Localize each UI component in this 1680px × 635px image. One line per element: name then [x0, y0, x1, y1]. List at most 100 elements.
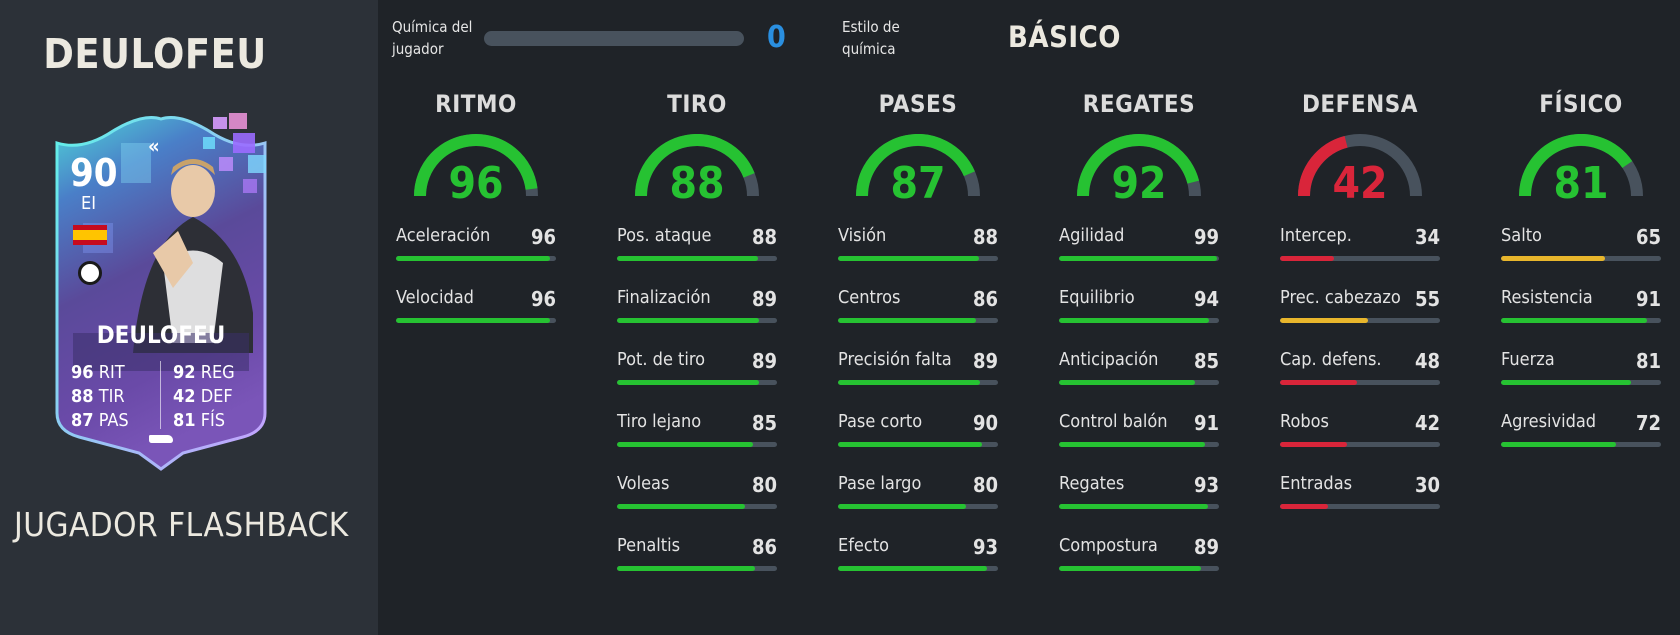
stat-bar-fill	[1280, 442, 1348, 447]
stat-row[interactable]: Pase corto 90	[838, 411, 998, 455]
stat-row[interactable]: Agresividad 72	[1501, 411, 1661, 455]
stat-bar	[838, 442, 998, 447]
stat-bar-fill	[617, 256, 758, 261]
stat-bar-fill	[1059, 442, 1205, 447]
stat-bar	[838, 318, 998, 323]
stat-row[interactable]: Control balón 91	[1059, 411, 1219, 455]
stat-label: Penaltis	[617, 535, 681, 556]
stat-bar	[617, 318, 777, 323]
stat-label: Agilidad	[1059, 225, 1125, 246]
card-stat-reg: 92 REG	[173, 362, 235, 383]
stat-row[interactable]: Pase largo 80	[838, 473, 998, 517]
attribute-gauge-value: 92	[1111, 158, 1167, 209]
stat-label: Pos. ataque	[617, 225, 712, 246]
attribute-gauge-value: 42	[1332, 158, 1388, 209]
stat-bar	[1280, 380, 1440, 385]
stat-bar	[838, 566, 998, 571]
stat-bar-fill	[396, 256, 550, 261]
stat-label: Visión	[838, 225, 887, 246]
stat-label: Tiro lejano	[617, 411, 702, 432]
stat-label: Aceleración	[396, 225, 491, 246]
stat-bar	[1059, 504, 1219, 509]
stat-row[interactable]: Cap. defens. 48	[1280, 349, 1440, 393]
stat-value: 86	[751, 535, 777, 559]
stat-value: 89	[751, 349, 777, 373]
stat-bar-fill	[1280, 380, 1357, 385]
stat-value: 96	[530, 225, 556, 249]
stat-value: 91	[1635, 287, 1661, 311]
stat-label: Pase largo	[838, 473, 922, 494]
stat-value: 86	[972, 287, 998, 311]
stat-value: 91	[1193, 411, 1219, 435]
stat-row[interactable]: Resistencia 91	[1501, 287, 1661, 331]
stat-row[interactable]: Fuerza 81	[1501, 349, 1661, 393]
attribute-column-title: TIRO	[667, 90, 727, 118]
card-stat-tir: 88 TIR	[71, 386, 125, 407]
stat-bar	[1501, 380, 1661, 385]
stat-label: Salto	[1501, 225, 1542, 246]
player-name: DEULOFEU	[43, 30, 267, 78]
stat-bar-fill	[1501, 318, 1647, 323]
stat-value: 48	[1414, 349, 1440, 373]
stat-bar	[1059, 442, 1219, 447]
stat-row[interactable]: Compostura 89	[1059, 535, 1219, 579]
stat-bar	[617, 380, 777, 385]
stat-bar-fill	[617, 380, 760, 385]
stat-row[interactable]: Aceleración 96	[396, 225, 556, 269]
chemistry-value: 0	[767, 20, 786, 55]
stat-value: 85	[751, 411, 777, 435]
stat-row[interactable]: Velocidad 96	[396, 287, 556, 331]
attribute-column-title: RITMO	[435, 90, 517, 118]
stat-row[interactable]: Visión 88	[838, 225, 998, 269]
chemistry-style-value[interactable]: BÁSICO	[1008, 20, 1121, 54]
stat-label: Centros	[838, 287, 901, 308]
stat-row[interactable]: Pot. de tiro 89	[617, 349, 777, 393]
stat-value: 89	[751, 287, 777, 311]
stat-bar-fill	[1059, 318, 1210, 323]
stat-value: 89	[972, 349, 998, 373]
stat-bar-fill	[838, 566, 987, 571]
stat-label: Entradas	[1280, 473, 1353, 494]
stat-bar	[1501, 256, 1661, 261]
stat-row[interactable]: Anticipación 85	[1059, 349, 1219, 393]
stat-value: 34	[1414, 225, 1440, 249]
stat-bar-fill	[1059, 380, 1195, 385]
stat-value: 88	[972, 225, 998, 249]
stat-label: Pot. de tiro	[617, 349, 706, 370]
stat-row[interactable]: Equilibrio 94	[1059, 287, 1219, 331]
stat-row[interactable]: Penaltis 86	[617, 535, 777, 579]
stat-bar-fill	[1501, 442, 1617, 447]
stat-bar	[617, 256, 777, 261]
chemistry-bar	[484, 31, 744, 46]
stat-row[interactable]: Entradas 30	[1280, 473, 1440, 517]
stat-row[interactable]: Intercep. 34	[1280, 225, 1440, 269]
stat-row[interactable]: Voleas 80	[617, 473, 777, 517]
stat-row[interactable]: Regates 93	[1059, 473, 1219, 517]
stat-value: 81	[1635, 349, 1661, 373]
card-stat-rit: 96 RIT	[71, 362, 125, 383]
stat-row[interactable]: Efecto 93	[838, 535, 998, 579]
stat-bar-fill	[1280, 504, 1328, 509]
stat-bar	[1501, 442, 1661, 447]
stat-value: 96	[530, 287, 556, 311]
chemistry-style-label: Estilo de química	[842, 18, 900, 58]
attribute-column-title: REGATES	[1082, 90, 1196, 118]
stat-label: Finalización	[617, 287, 711, 308]
stat-row[interactable]: Salto 65	[1501, 225, 1661, 269]
stat-row[interactable]: Prec. cabezazo 55	[1280, 287, 1440, 331]
stat-row[interactable]: Finalización 89	[617, 287, 777, 331]
stat-label: Regates	[1059, 473, 1125, 494]
stat-row[interactable]: Agilidad 99	[1059, 225, 1219, 269]
stat-bar	[396, 318, 556, 323]
stat-row[interactable]: Centros 86	[838, 287, 998, 331]
boot-icon	[149, 435, 173, 443]
stat-row[interactable]: Precisión falta 89	[838, 349, 998, 393]
stat-bar-fill	[1280, 318, 1368, 323]
attribute-column-title: DEFENSA	[1301, 90, 1419, 118]
stat-row[interactable]: Tiro lejano 85	[617, 411, 777, 455]
stat-row[interactable]: Pos. ataque 88	[617, 225, 777, 269]
stat-value: 72	[1635, 411, 1661, 435]
card-stats-right: 92 REG 42 DEF 81 FÍS	[173, 361, 263, 433]
player-card[interactable]: « 90 EI DEULOFEU 96 RIT 88 TIR 87 PAS 92…	[43, 113, 279, 485]
stat-row[interactable]: Robos 42	[1280, 411, 1440, 455]
